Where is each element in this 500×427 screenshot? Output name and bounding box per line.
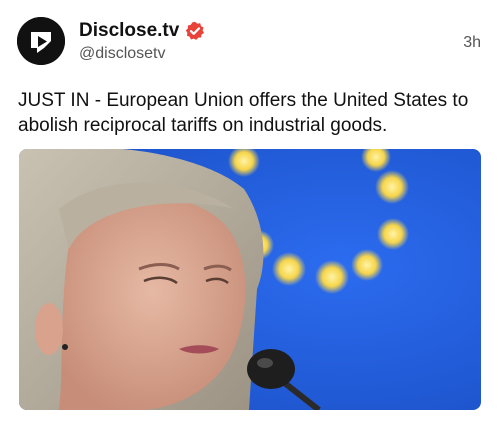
play-logo-icon	[17, 17, 65, 65]
post-text: JUST IN - European Union offers the Unit…	[18, 90, 469, 136]
photo-content	[19, 149, 481, 410]
post-photo[interactable]	[19, 149, 481, 410]
author-name-row: Disclose.tv	[79, 20, 205, 42]
post-timestamp[interactable]: 3h	[463, 34, 481, 52]
author-display-name[interactable]: Disclose.tv	[79, 20, 179, 42]
avatar[interactable]	[17, 17, 65, 65]
portrait	[19, 149, 264, 410]
verified-badge-icon	[186, 21, 205, 40]
author-handle[interactable]: @disclosetv	[79, 45, 166, 63]
post-card[interactable]: Disclose.tv @disclosetv 3h JUST IN - Eur…	[0, 0, 500, 427]
